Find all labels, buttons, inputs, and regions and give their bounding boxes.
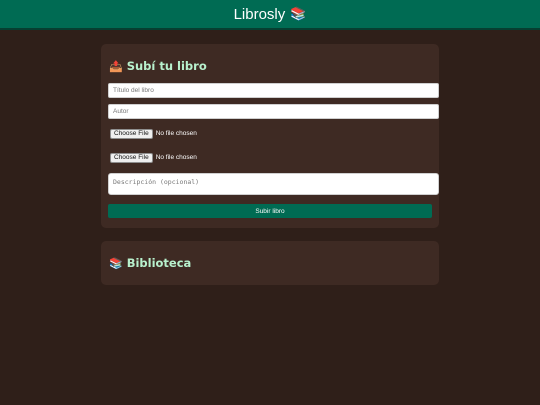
- choose-book-file-button[interactable]: Choose File: [110, 128, 153, 139]
- upload-book-button[interactable]: Subir libro: [108, 204, 432, 218]
- book-title-input[interactable]: Título del libro: [108, 83, 439, 98]
- books-icon: 📚: [290, 6, 307, 21]
- book-file-status: No file chosen: [155, 130, 197, 137]
- book-file-picker: Choose File No file chosen: [110, 128, 197, 139]
- library-heading: 📚 Biblioteca: [109, 256, 191, 270]
- app-header: Librosly 📚: [0, 0, 540, 30]
- author-input[interactable]: Autor: [108, 104, 439, 119]
- author-placeholder: Autor: [113, 108, 129, 115]
- library-card: 📚 Biblioteca: [101, 241, 439, 285]
- upload-card: 📤 Subí tu libro Título del libro Autor C…: [101, 44, 439, 228]
- library-heading-text: Biblioteca: [126, 256, 192, 270]
- book-title-placeholder: Título del libro: [113, 87, 154, 94]
- cover-file-status: No file chosen: [155, 154, 197, 161]
- upload-heading-text: Subí tu libro: [126, 59, 207, 73]
- outbox-tray-icon: 📤: [109, 59, 123, 73]
- description-placeholder: Descripción (opcional): [113, 178, 200, 186]
- app-title: Librosly: [233, 5, 286, 23]
- description-textarea[interactable]: Descripción (opcional): [108, 173, 439, 195]
- books-icon: 📚: [109, 256, 123, 270]
- cover-file-picker: Choose File No file chosen: [110, 152, 197, 163]
- upload-heading: 📤 Subí tu libro: [109, 59, 207, 73]
- choose-cover-file-button[interactable]: Choose File: [110, 152, 153, 163]
